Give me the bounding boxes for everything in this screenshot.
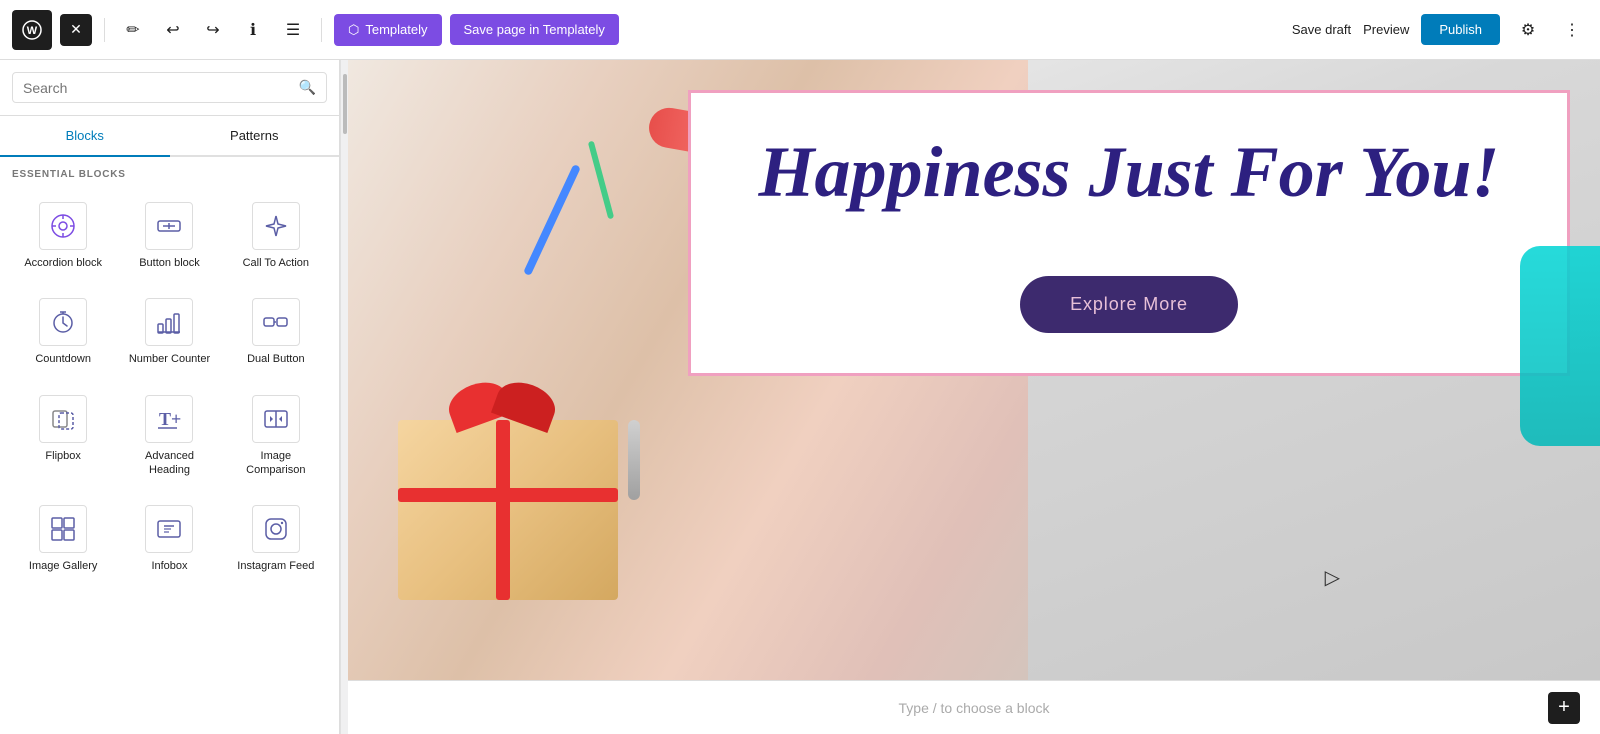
gallery-icon (39, 505, 87, 553)
sidebar-scrollthumb (343, 74, 347, 134)
block-label-counter: Number Counter (129, 352, 210, 366)
block-label-instagram: Instagram Feed (237, 559, 314, 573)
main-layout: 🔍 Blocks Patterns ESSENTIAL BLOCKS (0, 60, 1600, 734)
search-box: 🔍 (0, 60, 339, 116)
undo-button[interactable]: ↩ (157, 14, 189, 46)
block-label-heading: Advanced Heading (126, 449, 212, 478)
heading-icon: T+ (145, 395, 193, 443)
counter-icon (145, 298, 193, 346)
block-item-dual[interactable]: Dual Button (225, 286, 327, 378)
candle (628, 420, 640, 500)
tab-patterns[interactable]: Patterns (170, 116, 340, 157)
top-toolbar: W ✕ ✏ ↩ ↪ ℹ ☰ ⬡ Templately Save page in … (0, 0, 1600, 60)
cta-icon (252, 202, 300, 250)
infobox-icon (145, 505, 193, 553)
add-block-button[interactable]: + (1548, 692, 1580, 724)
block-item-accordion[interactable]: Accordion block (12, 190, 114, 282)
block-item-cta[interactable]: Call To Action (225, 190, 327, 282)
bottom-bar: Type / to choose a block + (348, 680, 1600, 734)
block-item-infobox[interactable]: Infobox (118, 493, 220, 585)
svg-text:T+: T+ (159, 409, 181, 429)
search-icon[interactable]: 🔍 (299, 79, 316, 96)
tabs-bar: Blocks Patterns (0, 116, 339, 157)
flipbox-icon (39, 395, 87, 443)
info-button[interactable]: ℹ (237, 14, 269, 46)
block-item-imgcomp[interactable]: Image Comparison (225, 383, 327, 490)
type-prompt: Type / to choose a block (899, 700, 1050, 716)
block-label-imgcomp: Image Comparison (233, 449, 319, 478)
block-item-instagram[interactable]: Instagram Feed (225, 493, 327, 585)
block-label-cta: Call To Action (243, 256, 309, 270)
more-options-button[interactable]: ⋮ (1556, 14, 1588, 46)
explore-more-button[interactable]: Explore More (1020, 276, 1238, 333)
publish-button[interactable]: Publish (1421, 14, 1500, 45)
hero-section: Happiness Just For You! Explore More ▷ (348, 60, 1600, 680)
list-view-button[interactable]: ☰ (277, 14, 309, 46)
search-input-wrap: 🔍 (12, 72, 327, 103)
templately-label: Templately (365, 22, 427, 37)
block-item-gallery[interactable]: Image Gallery (12, 493, 114, 585)
toolbar-divider (104, 18, 105, 42)
block-item-countdown[interactable]: Countdown (12, 286, 114, 378)
button-block-icon (145, 202, 193, 250)
templately-icon: ⬡ (348, 22, 359, 38)
svg-text:W: W (27, 25, 38, 37)
dual-button-icon (252, 298, 300, 346)
block-label-button: Button block (139, 256, 200, 270)
sidebar: 🔍 Blocks Patterns ESSENTIAL BLOCKS (0, 60, 340, 734)
imgcomp-icon (252, 395, 300, 443)
instagram-icon (252, 505, 300, 553)
wp-logo: W (12, 10, 52, 50)
redo-button[interactable]: ↪ (197, 14, 229, 46)
streamer-1 (523, 164, 581, 276)
blocks-grid: Accordion block Button block (12, 190, 327, 585)
tab-blocks[interactable]: Blocks (0, 116, 170, 157)
templately-button[interactable]: ⬡ Templately (334, 14, 442, 46)
sidebar-scrolltrack (340, 60, 348, 734)
block-label-dual: Dual Button (247, 352, 304, 366)
streamer-2 (588, 141, 615, 220)
section-label: ESSENTIAL BLOCKS (12, 169, 327, 180)
blocks-area: ESSENTIAL BLOCKS Accordion (0, 157, 339, 734)
ribbon-v (496, 420, 510, 600)
block-label-accordion: Accordion block (24, 256, 102, 270)
block-label-countdown: Countdown (35, 352, 91, 366)
hero-card: Happiness Just For You! Explore More (688, 90, 1570, 376)
settings-button[interactable]: ⚙ (1512, 14, 1544, 46)
save-templately-button[interactable]: Save page in Templately (450, 14, 619, 45)
toolbar-divider2 (321, 18, 322, 42)
block-item-flipbox[interactable]: Flipbox (12, 383, 114, 490)
search-input[interactable] (23, 80, 299, 96)
block-label-infobox: Infobox (151, 559, 187, 573)
accordion-icon (39, 202, 87, 250)
close-button[interactable]: ✕ (60, 14, 92, 46)
hero-title: Happiness Just For You! (741, 133, 1517, 212)
block-item-counter[interactable]: Number Counter (118, 286, 220, 378)
countdown-icon (39, 298, 87, 346)
canvas-area: Happiness Just For You! Explore More ▷ T… (348, 60, 1600, 734)
save-draft-link[interactable]: Save draft (1292, 22, 1351, 37)
block-item-button[interactable]: Button block (118, 190, 220, 282)
explore-btn-wrap: Explore More (741, 244, 1517, 333)
toolbar-right: Save draft Preview Publish ⚙ ⋮ (1292, 14, 1588, 46)
block-label-gallery: Image Gallery (29, 559, 97, 573)
teal-decoration (1520, 246, 1600, 446)
edit-icon-button[interactable]: ✏ (117, 14, 149, 46)
save-templately-label: Save page in Templately (464, 22, 605, 37)
block-label-flipbox: Flipbox (45, 449, 80, 463)
preview-link[interactable]: Preview (1363, 22, 1409, 37)
block-item-heading[interactable]: T+ Advanced Heading (118, 383, 220, 490)
